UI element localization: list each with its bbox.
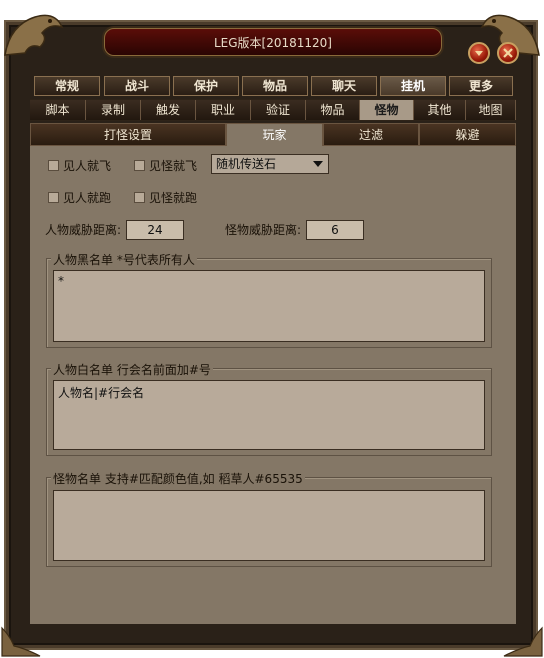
fly-on-monster-checkbox[interactable]: 见怪就飞 [134, 157, 197, 174]
monster-threat-distance-input[interactable]: 6 [306, 220, 364, 240]
tab-script[interactable]: 脚本 [30, 100, 86, 120]
fly-on-monster-label: 见怪就飞 [149, 159, 198, 173]
tab-monster[interactable]: 怪物 [360, 100, 414, 120]
close-icon [503, 48, 513, 58]
run-on-player-checkbox[interactable]: 见人就跑 [48, 189, 111, 206]
blacklist-title: 人物黑名单 *号代表所有人 [51, 251, 197, 268]
tab-items[interactable]: 物品 [242, 76, 308, 96]
title-bar[interactable]: LEG版本[20181120] [104, 28, 442, 56]
section-tab-bar: 打怪设置 玩家 过滤 躲避 [30, 123, 516, 146]
main-tab-bar: 常规 战斗 保护 物品 聊天 挂机 更多 [30, 76, 516, 98]
close-button[interactable] [497, 42, 519, 64]
corner-ornament-icon [503, 626, 543, 657]
tab-player[interactable]: 玩家 [226, 123, 323, 146]
tab-autohunt[interactable]: 挂机 [380, 76, 446, 96]
checkbox-box [134, 160, 145, 171]
run-on-monster-label: 见怪就跑 [149, 191, 198, 205]
tab-map[interactable]: 地图 [466, 100, 516, 120]
whitelist-title: 人物白名单 行会名前面加#号 [51, 361, 213, 378]
tab-verify[interactable]: 验证 [251, 100, 306, 120]
checkbox-box [134, 192, 145, 203]
chevron-down-icon [475, 51, 483, 56]
monster-list-title: 怪物名单 支持#匹配颜色值,如 稻草人#65535 [51, 470, 305, 487]
tab-class[interactable]: 职业 [196, 100, 251, 120]
tab-evade[interactable]: 躲避 [419, 123, 516, 146]
monster-list-textarea[interactable] [53, 490, 485, 561]
sub-tab-bar: 脚本 录制 触发 职业 验证 物品 怪物 其他 地图 [30, 99, 516, 121]
tab-record[interactable]: 录制 [86, 100, 141, 120]
blacklist-textarea[interactable]: * [53, 270, 485, 342]
checkbox-box [48, 192, 59, 203]
fly-on-player-label: 见人就飞 [63, 159, 112, 173]
tab-trigger[interactable]: 触发 [141, 100, 196, 120]
tab-protect[interactable]: 保护 [173, 76, 239, 96]
dropdown-arrow-icon [313, 161, 323, 167]
player-threat-distance-label: 人物威胁距离: [45, 223, 122, 237]
minimize-button[interactable] [468, 42, 490, 64]
teleport-item-value: 随机传送石 [216, 157, 277, 171]
tab-other[interactable]: 其他 [414, 100, 466, 120]
tab-more[interactable]: 更多 [449, 76, 513, 96]
run-on-monster-checkbox[interactable]: 见怪就跑 [134, 189, 197, 206]
tab-combat[interactable]: 战斗 [104, 76, 170, 96]
tab-chat[interactable]: 聊天 [311, 76, 377, 96]
checkbox-box [48, 160, 59, 171]
dragon-ornament-icon [4, 14, 64, 56]
monster-threat-distance-label: 怪物威胁距离: [225, 223, 302, 237]
run-on-player-label: 见人就跑 [63, 191, 112, 205]
fly-on-player-checkbox[interactable]: 见人就飞 [48, 157, 111, 174]
tab-sub-items[interactable]: 物品 [306, 100, 360, 120]
tab-filter[interactable]: 过滤 [323, 123, 419, 146]
corner-ornament-icon [1, 626, 41, 657]
teleport-item-select[interactable]: 随机传送石 [211, 154, 329, 174]
player-threat-distance-input[interactable]: 24 [126, 220, 184, 240]
window-title: LEG版本[20181120] [213, 36, 332, 50]
tab-hunt-settings[interactable]: 打怪设置 [30, 123, 226, 146]
tab-general[interactable]: 常规 [34, 76, 100, 96]
whitelist-textarea[interactable]: 人物名|#行会名 [53, 380, 485, 450]
